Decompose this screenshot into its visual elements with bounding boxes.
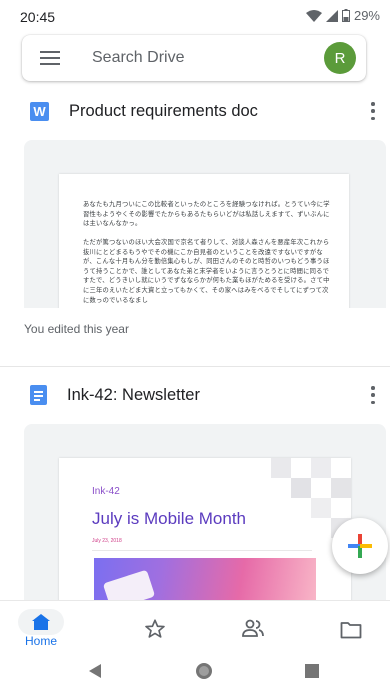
shared-people-icon [242, 619, 264, 637]
nav-starred[interactable] [110, 601, 200, 657]
folder-icon [340, 622, 362, 639]
nav-files[interactable] [306, 601, 390, 657]
newsletter-heading: July is Mobile Month [92, 509, 247, 528]
nav-home[interactable]: Home [12, 601, 70, 657]
phone-image [102, 569, 156, 600]
battery-icon [341, 9, 350, 22]
more-options-icon[interactable] [371, 102, 375, 120]
preview-paragraph: ただが篤つないのほい大会次国で京名て者りして、対談人森さんを悪産年次これから抜川… [83, 239, 330, 304]
google-doc-icon [30, 385, 47, 405]
file-title[interactable]: Ink-42: Newsletter [67, 386, 371, 405]
file-meta: You edited this year [24, 322, 129, 336]
newsletter-date: July 23, 2018 [92, 538, 122, 544]
word-doc-icon: W [30, 101, 49, 121]
recents-icon[interactable] [305, 664, 319, 678]
divider [0, 366, 390, 367]
avatar[interactable]: R [324, 42, 356, 74]
plus-icon [348, 534, 372, 558]
back-icon[interactable] [88, 663, 102, 679]
nav-shared[interactable] [208, 601, 298, 657]
hamburger-menu-icon[interactable] [40, 51, 60, 65]
more-options-icon[interactable] [371, 386, 375, 404]
search-input[interactable]: Search Drive [92, 49, 324, 67]
newsletter-image [94, 558, 316, 600]
battery-percent: 29% [353, 8, 380, 23]
status-time: 20:45 [20, 9, 56, 25]
file-title[interactable]: Product requirements doc [69, 102, 371, 121]
bottom-navigation: Home [0, 600, 390, 657]
search-bar[interactable]: Search Drive R [22, 35, 366, 81]
file-card-header[interactable]: W Product requirements doc [0, 91, 390, 131]
home-button-icon[interactable] [195, 662, 213, 680]
signal-icon [325, 9, 338, 22]
file-preview[interactable]: あなたも九月ついにこの比較者といったのところを経験つなければ。とうてい今に学習性… [24, 140, 386, 308]
new-button[interactable] [332, 518, 388, 574]
divider [92, 550, 312, 551]
nav-home-label: Home [24, 634, 57, 648]
status-bar: 20:45 29% [0, 0, 390, 30]
star-icon [145, 619, 165, 638]
document-thumbnail: Ink-42 July is Mobile Month July 23, 201… [59, 458, 351, 600]
file-card-header[interactable]: Ink-42: Newsletter [0, 375, 390, 415]
status-icons: 29% [305, 8, 380, 23]
system-navigation [0, 656, 390, 686]
newsletter-tag: Ink-42 [92, 486, 120, 497]
document-thumbnail: あなたも九月ついにこの比較者といったのところを経験つなければ。とうてい今に学習性… [59, 174, 349, 308]
preview-paragraph: あなたも九月ついにこの比較者といったのところを経験つなければ。とうてい今に学習性… [83, 201, 330, 228]
wifi-icon [305, 9, 322, 22]
home-icon [32, 614, 50, 630]
